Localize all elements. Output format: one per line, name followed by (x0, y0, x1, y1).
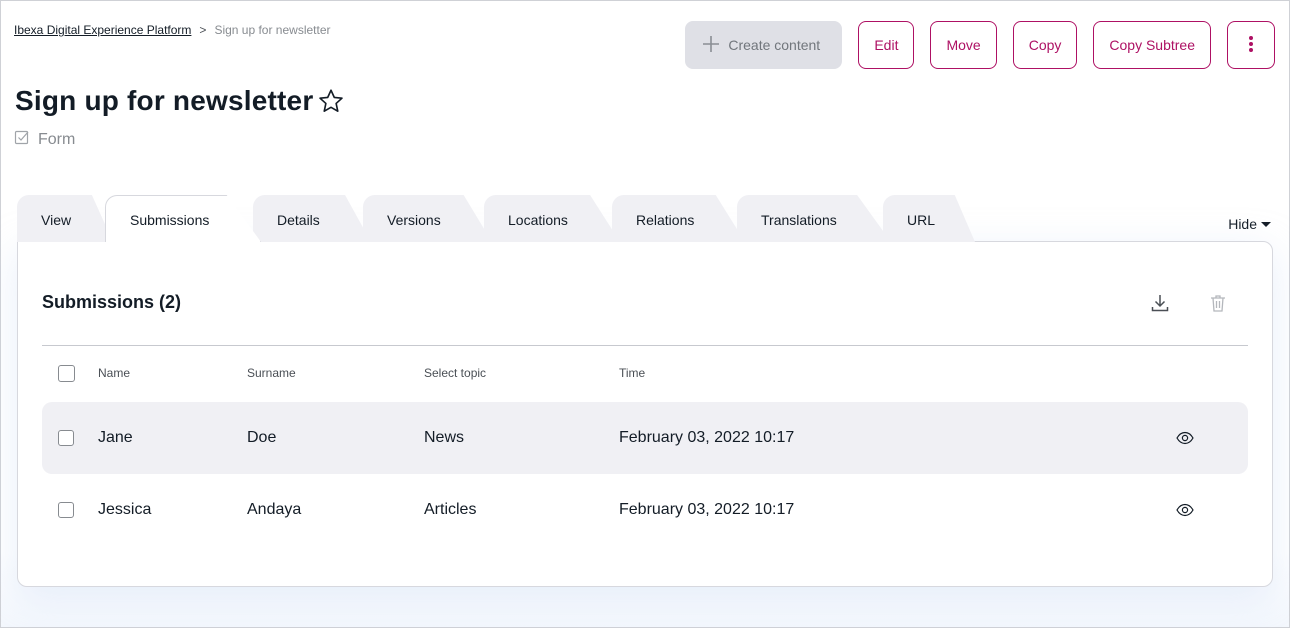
cell-time: February 03, 2022 10:17 (619, 429, 795, 446)
breadcrumb-current: Sign up for newsletter (214, 23, 331, 37)
hide-tabs-toggle[interactable]: Hide (1228, 216, 1271, 232)
cell-name: Jessica (98, 501, 152, 518)
content-type-label: Form (38, 130, 76, 148)
trash-icon[interactable] (1208, 293, 1228, 313)
form-checkbox-icon (14, 129, 30, 150)
tab-label: Versions (387, 211, 441, 228)
create-content-label: Create content (728, 37, 821, 53)
tab-label: URL (907, 211, 936, 228)
submissions-header: Submissions (2) (42, 292, 1248, 313)
tab-relations[interactable]: Relations (612, 195, 745, 242)
divider (42, 345, 1248, 346)
edit-button[interactable]: Edit (858, 21, 915, 69)
column-header-time: Time (619, 366, 646, 380)
cell-name: Jane (98, 429, 133, 446)
tab-submissions[interactable]: Submissions (105, 195, 261, 242)
submissions-tools (1150, 293, 1228, 313)
cell-topic: News (424, 429, 465, 446)
breadcrumb-link-root[interactable]: Ibexa Digital Experience Platform (14, 23, 191, 37)
tab-details[interactable]: Details (253, 195, 371, 242)
page-title: Sign up for newsletter (15, 85, 314, 116)
copy-subtree-button[interactable]: Copy Subtree (1093, 21, 1211, 69)
cell-surname: Doe (247, 429, 277, 446)
tab-label: Details (277, 211, 320, 228)
column-header-topic: Select topic (424, 366, 487, 380)
download-icon[interactable] (1150, 293, 1170, 313)
cell-time: February 03, 2022 10:17 (619, 501, 795, 518)
tab-label: Translations (761, 211, 837, 228)
select-all-checkbox[interactable] (58, 364, 75, 382)
action-toolbar: Create content Edit Move Copy Copy Subtr… (685, 21, 1275, 69)
breadcrumb: Ibexa Digital Experience Platform > Sign… (14, 23, 331, 37)
table-header: Name Surname Select topic Time (42, 358, 1248, 388)
more-actions-button[interactable] (1227, 21, 1275, 69)
column-header-surname: Surname (247, 366, 296, 380)
cell-surname: Andaya (247, 501, 302, 518)
hide-label: Hide (1228, 216, 1257, 232)
table-row: Jane Doe News February 03, 2022 10:17 (42, 402, 1248, 474)
tab-url[interactable]: URL (883, 195, 975, 242)
eye-icon[interactable] (1176, 431, 1194, 445)
title-row: Sign up for newsletter (15, 85, 345, 117)
move-button[interactable]: Move (930, 21, 997, 69)
tab-translations[interactable]: Translations (737, 195, 891, 242)
cell-topic: Articles (424, 501, 477, 518)
tab-label: View (41, 211, 72, 228)
kebab-vertical-icon (1248, 35, 1254, 56)
copy-button[interactable]: Copy (1012, 21, 1078, 69)
table-row: Jessica Andaya Articles February 03, 202… (42, 474, 1248, 546)
breadcrumb-separator: > (199, 23, 207, 37)
submissions-title: Submissions (2) (42, 292, 182, 312)
caret-down-icon (1261, 221, 1271, 227)
tab-versions[interactable]: Versions (363, 195, 492, 242)
submissions-table: Name Surname Select topic Time Jane Doe … (42, 358, 1248, 546)
tab-locations[interactable]: Locations (484, 195, 620, 242)
content-type: Form (14, 129, 75, 150)
page: Ibexa Digital Experience Platform > Sign… (1, 1, 1289, 627)
tab-bar: View Submissions Details Versions Locati… (17, 195, 975, 242)
star-icon[interactable] (317, 87, 345, 115)
tab-view[interactable]: View (17, 195, 113, 242)
row-checkbox[interactable] (58, 430, 74, 446)
column-header-name: Name (98, 366, 131, 380)
plus-icon (702, 35, 720, 56)
tab-label: Locations (508, 211, 568, 228)
tab-label: Relations (636, 211, 695, 228)
tab-label: Submissions (130, 212, 210, 228)
row-checkbox[interactable] (58, 502, 74, 518)
eye-icon[interactable] (1176, 503, 1194, 517)
create-content-button[interactable]: Create content (685, 21, 843, 69)
submissions-panel: Submissions (2) Name Surname Select topi… (17, 241, 1273, 587)
